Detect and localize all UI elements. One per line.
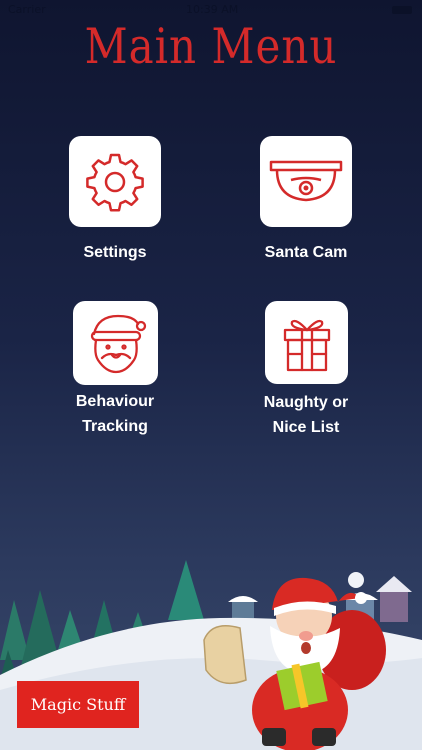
camera-icon bbox=[269, 160, 343, 201]
behaviour-tracking-label[interactable]: Behaviour Tracking bbox=[55, 389, 175, 439]
status-bar: Carrier 10:39 AM bbox=[0, 0, 422, 20]
status-time: 10:39 AM bbox=[186, 3, 239, 16]
behaviour-label-line1: Behaviour bbox=[75, 393, 155, 410]
gift-icon bbox=[283, 319, 330, 371]
santa-cam-button[interactable] bbox=[260, 136, 352, 227]
behaviour-tracking-button[interactable] bbox=[73, 301, 158, 385]
gear-icon bbox=[86, 153, 144, 211]
naughty-nice-list-button[interactable] bbox=[265, 301, 348, 384]
carrier-label: Carrier bbox=[8, 3, 46, 16]
naughty-nice-label[interactable]: Naughty or Nice List bbox=[245, 390, 367, 440]
settings-button[interactable] bbox=[69, 136, 161, 227]
battery-icon bbox=[392, 6, 412, 14]
page-title: Main Menu bbox=[84, 18, 338, 75]
santa-face-icon bbox=[90, 314, 146, 374]
naughty-label-line1: Naughty or bbox=[263, 394, 349, 411]
naughty-label-line2: Nice List bbox=[272, 419, 340, 436]
behaviour-label-line2: Tracking bbox=[82, 418, 148, 435]
settings-label[interactable]: Settings bbox=[65, 240, 165, 265]
magic-stuff-button[interactable]: Magic Stuff bbox=[17, 681, 139, 728]
santa-cam-label[interactable]: Santa Cam bbox=[245, 240, 367, 265]
